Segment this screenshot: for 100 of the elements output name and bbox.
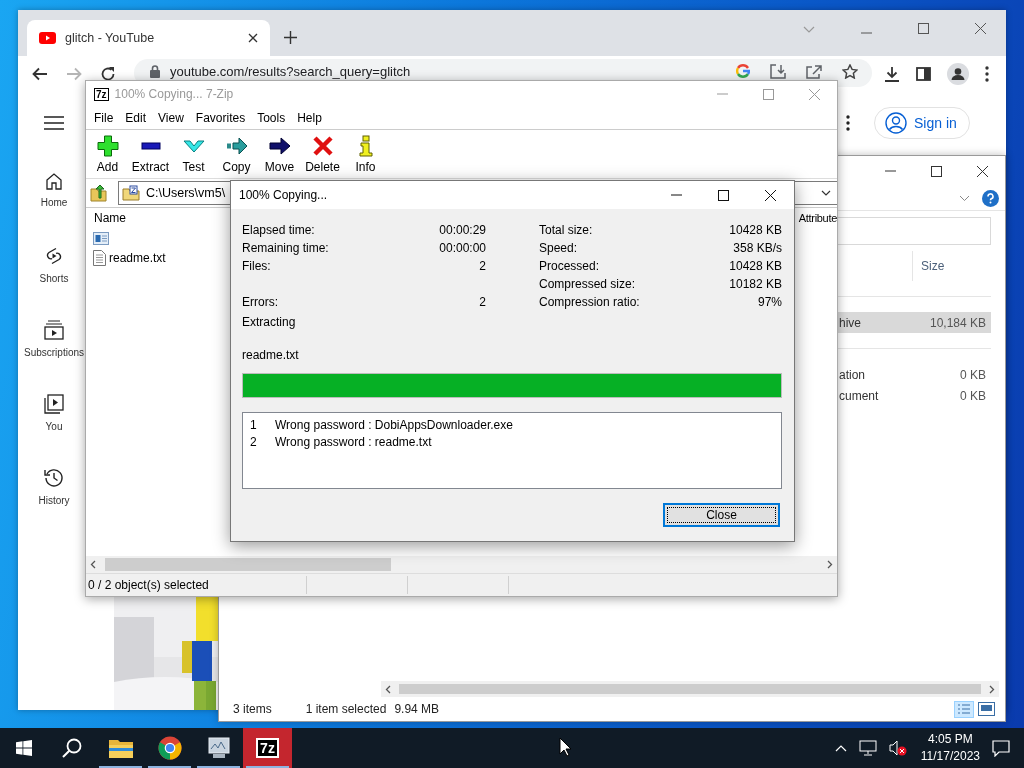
- menu-item[interactable]: Favorites: [189, 111, 252, 125]
- file-size: 0 KB: [959, 388, 987, 403]
- stat-label: Compression ratio:: [539, 295, 640, 309]
- file-name: ation: [838, 367, 867, 382]
- menu-item[interactable]: File: [88, 111, 120, 125]
- date-text: 11/17/2023: [920, 748, 980, 765]
- stat-value: 00:00:00: [439, 241, 486, 255]
- dialog-title: 100% Copying...: [239, 188, 328, 202]
- scroll-right-icon[interactable]: [827, 560, 833, 569]
- chevron-down-icon[interactable]: [959, 194, 970, 202]
- clock[interactable]: 4:05 PM 11/17/2023: [920, 731, 980, 765]
- stat-value: 2: [479, 295, 486, 309]
- taskbar-app[interactable]: 7z: [243, 728, 292, 768]
- current-file: readme.txt: [242, 347, 300, 364]
- toolbar-button[interactable]: Test: [172, 134, 215, 174]
- share-icon[interactable]: [806, 63, 822, 79]
- windows-logo-icon: [16, 740, 32, 756]
- sidebar-item[interactable]: You: [44, 394, 64, 468]
- sidebar-item[interactable]: Subscriptions: [24, 320, 84, 394]
- scroll-right-icon[interactable]: [989, 684, 995, 694]
- file-name[interactable]: readme.txt: [109, 251, 166, 265]
- menu-dots-icon[interactable]: [985, 66, 989, 82]
- help-icon[interactable]: [982, 189, 999, 207]
- menu-item[interactable]: Help: [291, 111, 328, 125]
- toolbar-button[interactable]: Extract: [129, 134, 172, 174]
- message-text: Wrong password : DobiAppsDownloader.exe: [275, 417, 513, 432]
- scroll-left-icon[interactable]: [90, 560, 96, 569]
- reload-icon[interactable]: [100, 66, 116, 82]
- archive-folder-icon: [122, 185, 140, 201]
- side-panel-icon[interactable]: [916, 67, 931, 81]
- menu-dots-icon[interactable]: [846, 115, 850, 131]
- multicolor-ring-icon[interactable]: [736, 64, 750, 78]
- time-text: 4:05 PM: [928, 731, 973, 748]
- item-count: 3 items: [233, 702, 272, 716]
- back-arrow-icon[interactable]: [32, 67, 48, 81]
- selection-info: 1 item selected: [305, 702, 387, 716]
- subscriptions-icon: [44, 320, 64, 340]
- play-logo-icon: [39, 32, 56, 44]
- avatar-icon[interactable]: [947, 63, 969, 85]
- monitor-icon: [206, 737, 231, 759]
- stat-value: 97%: [757, 295, 782, 309]
- stat-value: 00:00:29: [439, 223, 486, 237]
- selection-size: 9.94 MB: [394, 702, 440, 716]
- maximize-icon[interactable]: [718, 189, 729, 201]
- stat-value: 10182 KB: [729, 277, 782, 291]
- large-icons-view-icon[interactable]: [978, 702, 995, 716]
- sidebar-item[interactable]: Shorts: [39, 246, 69, 320]
- horizontal-scrollbar[interactable]: [381, 681, 999, 697]
- new-tab-icon[interactable]: [284, 31, 297, 44]
- menu-item[interactable]: Edit: [119, 111, 153, 125]
- search-icon: [62, 738, 82, 758]
- sidebar-item[interactable]: History: [38, 468, 70, 542]
- menu-item[interactable]: Tools: [251, 111, 292, 125]
- window-title: 100% Copying... 7-Zip: [114, 87, 234, 101]
- account-icon: [885, 112, 907, 134]
- menu-icon[interactable]: [44, 116, 64, 130]
- stat-label: Compressed size:: [539, 277, 636, 291]
- close-button[interactable]: Close: [663, 503, 780, 527]
- column-header[interactable]: Size: [913, 251, 991, 281]
- mouse-cursor-icon: [559, 737, 572, 757]
- file-name: hive: [838, 315, 862, 330]
- muted-speaker-icon[interactable]: [888, 740, 907, 756]
- install-icon[interactable]: [770, 63, 786, 79]
- toolbar-button[interactable]: Add: [86, 134, 129, 174]
- stat-value: 358 KB/s: [733, 241, 782, 255]
- menu-item[interactable]: View: [152, 111, 190, 125]
- close-icon[interactable]: [765, 189, 776, 201]
- lock-icon: [150, 64, 160, 78]
- chevron-up-icon[interactable]: [834, 744, 847, 752]
- status-text: 0 / 2 object(s) selected: [86, 576, 307, 594]
- column-header[interactable]: Name: [94, 211, 126, 225]
- column-header[interactable]: Attribute: [798, 212, 837, 224]
- star-icon[interactable]: [842, 63, 858, 79]
- history-icon: [44, 468, 64, 488]
- stat-label: Total size:: [539, 223, 593, 237]
- notification-icon[interactable]: [992, 739, 1010, 757]
- maximize-icon[interactable]: [931, 165, 942, 177]
- close-icon[interactable]: [248, 33, 258, 43]
- stat-label: Errors:: [242, 295, 278, 309]
- toolbar-button[interactable]: Info: [344, 134, 387, 174]
- stat-label: Processed:: [539, 259, 600, 273]
- folder-up-icon[interactable]: [90, 184, 108, 202]
- scrollbar-thumb[interactable]: [399, 684, 981, 694]
- toolbar-button[interactable]: Delete: [301, 134, 344, 174]
- stat-label: Files:: [242, 259, 271, 273]
- network-icon[interactable]: [858, 740, 877, 756]
- home-icon: [45, 172, 63, 190]
- download-icon[interactable]: [884, 66, 900, 82]
- horizontal-scrollbar[interactable]: [86, 556, 837, 573]
- stat-value: 2: [479, 259, 486, 273]
- toolbar-button[interactable]: Move: [258, 134, 301, 174]
- arrow-right-icon: [268, 134, 291, 157]
- browser-tab[interactable]: glitch - YouTube: [27, 20, 270, 56]
- scroll-left-icon[interactable]: [385, 684, 391, 694]
- scrollbar-thumb[interactable]: [105, 558, 391, 571]
- toolbar-button[interactable]: Copy: [215, 134, 258, 174]
- stat-label: Elapsed time:: [242, 223, 315, 237]
- video-library-icon: [44, 394, 64, 414]
- sidebar-item[interactable]: Home: [40, 172, 68, 246]
- close-icon[interactable]: [977, 165, 988, 177]
